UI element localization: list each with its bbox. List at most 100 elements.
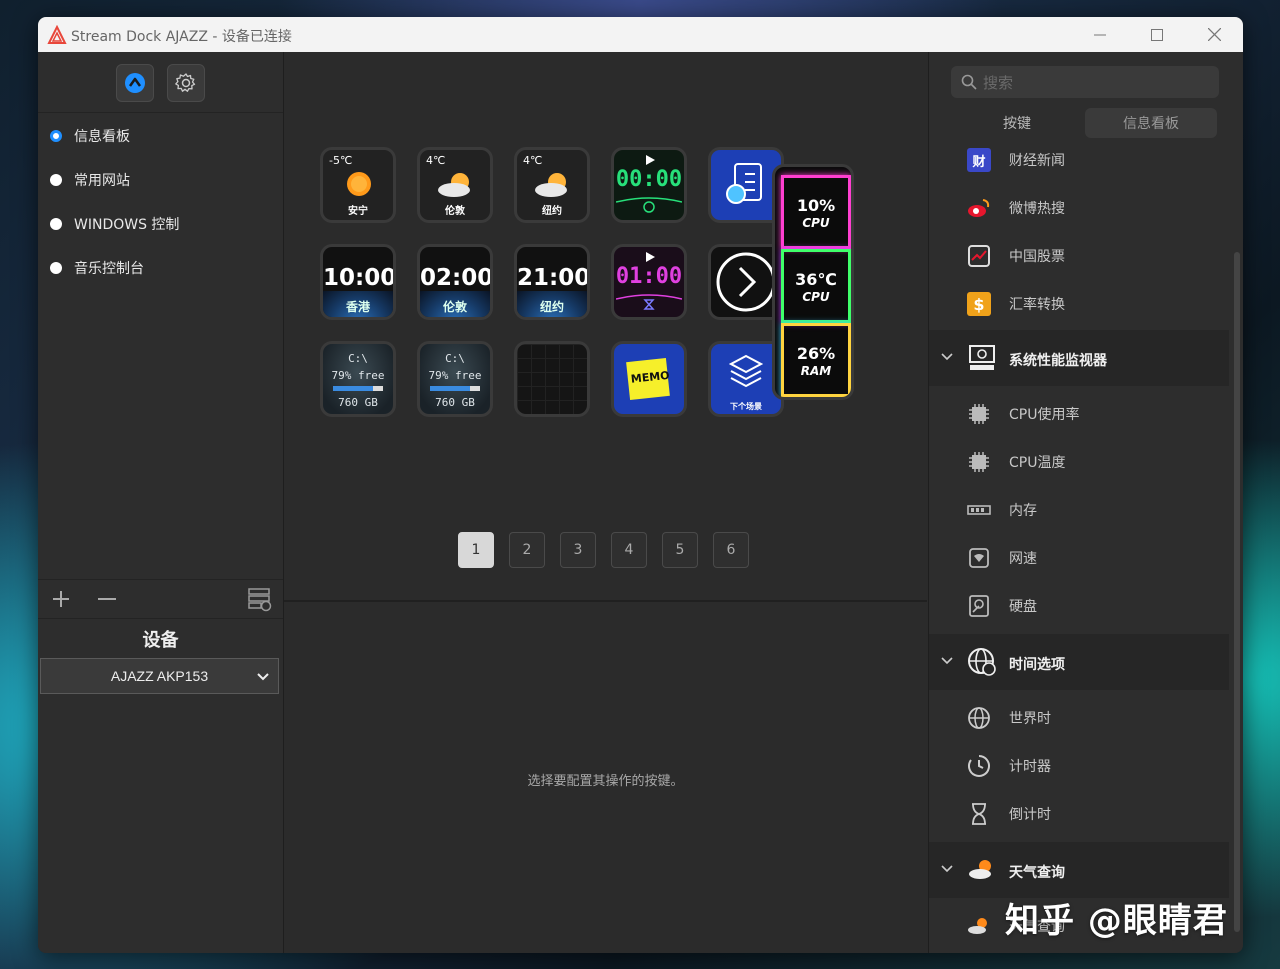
radio[interactable] [50,174,62,186]
disk-size: 760 GB [435,396,475,409]
device-heading: 设备 [142,630,179,651]
radio-selected[interactable] [50,130,62,142]
key-clock-newyork[interactable]: 21:00 纽约 [514,244,590,320]
partly-cloudy-icon [438,173,470,197]
add-profile-icon[interactable] [52,590,70,608]
disk-size: 760 GB [338,396,378,409]
plugin-label: 中国股票 [1009,249,1065,265]
app-logo-icon [47,25,67,44]
plugin-countdown[interactable]: 倒计时 [929,790,1229,838]
ram-stick-icon [967,505,991,515]
key-disk-c[interactable]: C:\ 79% free 760 GB [320,341,396,417]
plugin-worldtime[interactable]: 世界时 [929,694,1229,742]
panel-divider[interactable] [284,600,927,602]
disk-free: 79% free [331,369,385,382]
profile-manage-icon[interactable] [247,586,273,612]
cpu-temp-tile: 36℃ CPU [781,249,851,323]
profile-item-windows[interactable]: WINDOWS 控制 [38,204,283,244]
settings-button[interactable] [167,64,205,102]
page-button-2[interactable]: 2 [509,532,545,568]
plugin-disk[interactable]: 硬盘 [929,582,1229,630]
monitor-label: CPU [802,216,830,230]
plugin-fx[interactable]: $ 汇率转换 [929,280,1229,328]
key-temp: 4℃ [523,154,543,167]
plugin-label: 微博热搜 [1009,201,1065,217]
maximize-button[interactable] [1134,17,1180,52]
store-button[interactable] [116,64,154,102]
key-system-monitor[interactable]: 10% CPU 36℃ CPU 26% RAM [772,164,854,400]
tab-keys[interactable]: 按键 [951,108,1083,138]
key-stopwatch[interactable]: 00:00 [611,147,687,223]
category-time[interactable]: 时间选项 [929,634,1229,690]
tab-dashboard[interactable]: 信息看板 [1085,108,1217,138]
category-label: 时间选项 [1009,657,1065,673]
memo-label: MEMO [630,368,671,386]
key-countdown[interactable]: 01:00 [611,244,687,320]
minimize-button[interactable] [1077,17,1123,52]
category-system-monitor[interactable]: 系统性能监视器 [929,330,1229,386]
watermark: 知乎 @眼睛君 [1005,901,1228,941]
checklist-clock-icon [726,163,762,204]
page-button-6[interactable]: 6 [713,532,749,568]
plugin-label: 硬盘 [1009,599,1037,615]
sun-icon [347,172,371,196]
profile-item-websites[interactable]: 常用网站 [38,160,283,200]
plugin-weibo[interactable]: 微博热搜 [929,184,1229,232]
key-clock-hongkong[interactable]: 10:00 香港 [320,244,396,320]
plugin-label: 网速 [1009,551,1037,567]
plugin-cn-stock[interactable]: 中国股票 [929,232,1229,280]
config-hint: 选择要配置其操作的按键。 [527,774,684,789]
cpu-chip-icon [969,404,989,424]
plugin-scrollbar[interactable] [1234,252,1240,932]
remove-profile-icon[interactable] [97,590,117,608]
category-weather[interactable]: 天气查询 [929,842,1229,898]
category-label: 系统性能监视器 [1009,353,1107,369]
plugin-cpu-usage[interactable]: CPU使用率 [929,390,1229,438]
key-canvas: -5℃ 安宁 4℃ 伦敦 4℃ 纽约 00:00 10:00 香港 02:00 … [284,52,927,953]
plugin-memory[interactable]: 内存 [929,486,1229,534]
profile-label: WINDOWS 控制 [74,217,180,233]
chevron-down-icon [941,353,953,361]
key-memo[interactable]: MEMO [611,341,687,417]
plugin-label: 汇率转换 [1009,297,1065,313]
clock-city: 香港 [345,300,370,314]
plugin-cpu-temp[interactable]: CPU温度 [929,438,1229,486]
key-weather-anning[interactable]: -5℃ 安宁 [320,147,396,223]
ram-usage-tile: 26% RAM [781,323,851,397]
key-disk-c-2[interactable]: C:\ 79% free 760 GB [417,341,493,417]
plugin-netspeed[interactable]: 网速 [929,534,1229,582]
search-input[interactable]: 搜索 [983,72,1013,93]
play-icon [646,155,655,165]
partly-cloudy-icon [968,918,987,934]
profile-item-dashboard[interactable]: 信息看板 [38,116,283,156]
key-graph-empty[interactable] [514,341,590,417]
search-icon [961,74,977,90]
plugin-label: CPU温度 [1009,455,1066,471]
app-window: Stream Dock AJAZZ - 设备已连接 信息看板 常用网站 WIND… [38,17,1243,953]
radio[interactable] [50,218,62,230]
profile-item-music[interactable]: 音乐控制台 [38,248,283,288]
partly-cloudy-icon [969,860,991,879]
profile-label: 常用网站 [74,173,130,189]
category-label: 天气查询 [1009,865,1065,881]
page-button-5[interactable]: 5 [662,532,698,568]
device-select-value: AJAZZ AKP153 [110,668,209,684]
search-box[interactable]: 搜索 [951,66,1219,98]
device-select[interactable]: AJAZZ AKP153 [40,658,279,694]
close-button[interactable] [1191,17,1237,52]
key-clock-london[interactable]: 02:00 伦敦 [417,244,493,320]
plugin-timer[interactable]: 计时器 [929,742,1229,790]
plugin-label: 内存 [1009,503,1037,519]
clock-time: 02:00 [420,265,490,291]
key-weather-london[interactable]: 4℃ 伦敦 [417,147,493,223]
close-icon [1207,28,1221,41]
plugin-finance-news[interactable]: 财 财经新闻 [929,136,1229,184]
key-weather-newyork[interactable]: 4℃ 纽约 [514,147,590,223]
page-button-3[interactable]: 3 [560,532,596,568]
partly-cloudy-icon [535,173,567,197]
monitor-label: RAM [800,364,832,378]
sidebar-toolbar [38,52,283,113]
radio[interactable] [50,262,62,274]
page-button-1[interactable]: 1 [458,532,494,568]
page-button-4[interactable]: 4 [611,532,647,568]
